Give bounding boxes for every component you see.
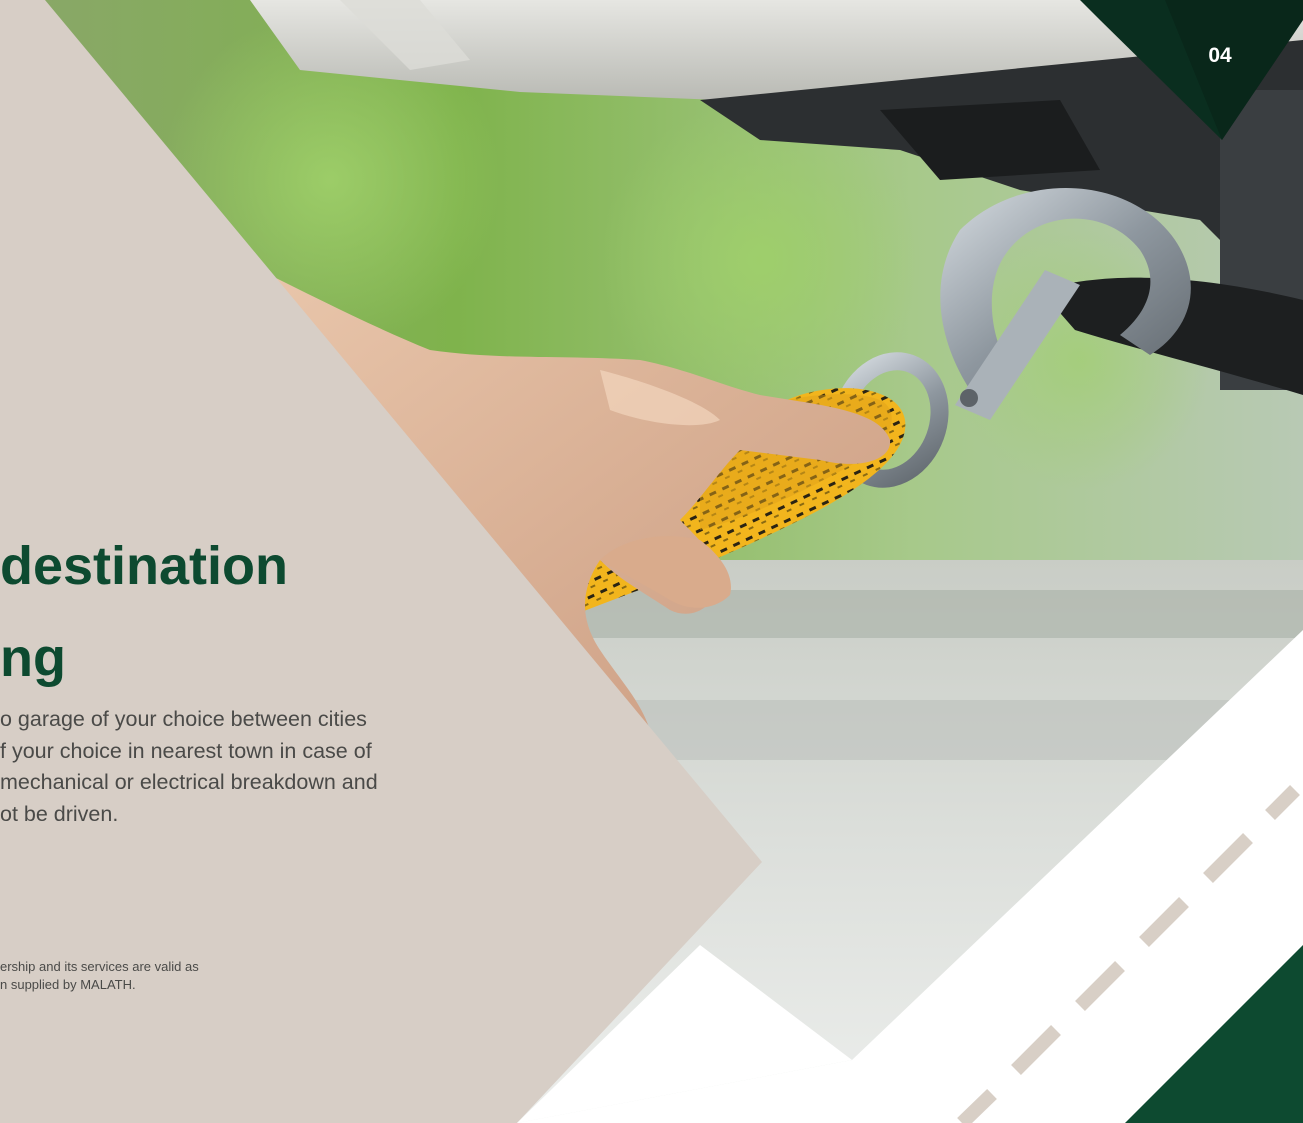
headline-line-2: ng: [0, 628, 66, 688]
body-paragraph: o garage of your choice between cities f…: [0, 704, 520, 830]
body-line: f your choice in nearest town in case of: [0, 738, 372, 763]
body-line: mechanical or electrical breakdown and: [0, 770, 378, 794]
footnote: ership and its services are valid as n s…: [0, 958, 199, 994]
page-number: 04: [1208, 44, 1232, 67]
headline-line-1: destination: [0, 536, 289, 596]
footnote-line: ership and its services are valid as: [0, 959, 199, 974]
body-line: o garage of your choice between cities: [0, 707, 367, 731]
body-line: ot be driven.: [0, 801, 119, 826]
footnote-line: n supplied by MALATH.: [0, 977, 136, 992]
